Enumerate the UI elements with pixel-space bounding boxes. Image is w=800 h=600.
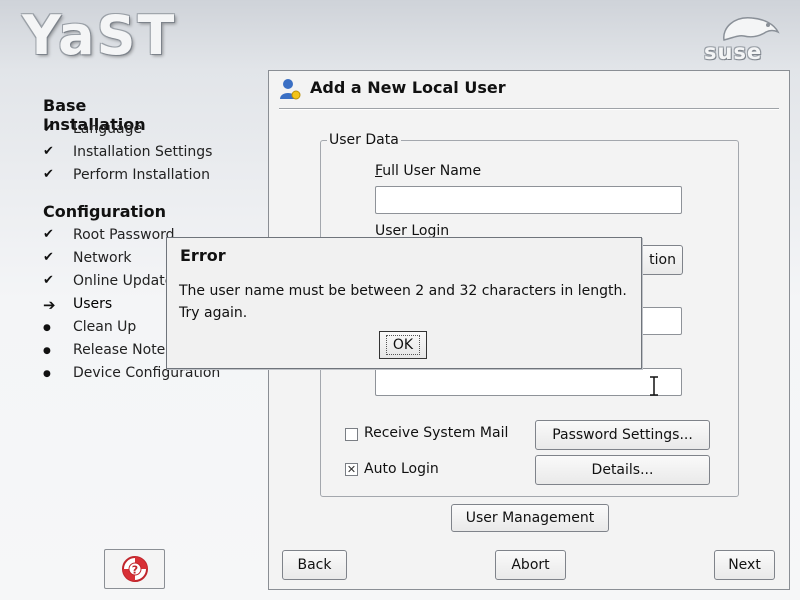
error-message-line-1: The user name must be between 2 and 32 c…: [179, 283, 627, 299]
check-icon: ✔: [43, 250, 54, 265]
chameleon-icon: [723, 17, 780, 41]
check-icon: ✔: [43, 273, 54, 288]
password-settings-button[interactable]: Password Settings...: [535, 420, 710, 450]
suse-logo: suse: [702, 10, 782, 64]
check-icon: ✔: [43, 167, 54, 182]
section-title-configuration: Configuration: [43, 202, 167, 221]
lifebuoy-icon: ?: [121, 556, 148, 582]
title-divider: [279, 108, 779, 110]
step-label: Clean Up: [73, 319, 137, 335]
auto-login-checkbox[interactable]: ✕: [345, 463, 358, 476]
help-button[interactable]: ?: [104, 549, 165, 589]
back-button[interactable]: Back: [282, 550, 347, 580]
bullet-icon: ●: [43, 323, 51, 333]
next-button[interactable]: Next: [714, 550, 775, 580]
text-cursor-icon: [650, 376, 658, 396]
error-message-line-2: Try again.: [179, 305, 248, 321]
user-management-button[interactable]: User Management: [451, 504, 609, 532]
step-label: Root Password: [73, 227, 175, 243]
bullet-icon: ●: [43, 369, 51, 379]
verify-password-input[interactable]: [375, 368, 682, 396]
details-button[interactable]: Details...: [535, 455, 710, 485]
svg-text:?: ?: [131, 564, 137, 577]
check-icon: ✔: [43, 144, 54, 159]
step-label: Release Notes: [73, 342, 173, 358]
step-label: Users: [73, 296, 113, 312]
panel-title: Add a New Local User: [310, 78, 506, 97]
abort-button[interactable]: Abort: [495, 550, 566, 580]
error-dialog-title: Error: [180, 246, 226, 265]
user-data-group-title: User Data: [327, 132, 401, 148]
full-name-label: Full User Name: [375, 163, 481, 179]
full-name-label-text: ull User Name: [382, 163, 482, 179]
user-icon: [280, 79, 301, 100]
step-label: Installation Settings: [73, 144, 213, 160]
step-label: Perform Installation: [73, 167, 210, 183]
check-icon: ✔: [43, 121, 54, 136]
step-label: Network: [73, 250, 132, 266]
ok-button[interactable]: OK: [379, 331, 427, 359]
step-perform-installation: ✔ Perform Installation: [43, 167, 233, 187]
ok-button-label: OK: [385, 335, 421, 355]
receive-system-mail-checkbox[interactable]: [345, 428, 358, 441]
check-icon: ✔: [43, 227, 54, 242]
bullet-icon: ●: [43, 346, 51, 356]
step-language: ✔ Language: [43, 121, 233, 141]
yast-logo: YaST: [22, 4, 177, 67]
error-message: The user name must be between 2 and 32 c…: [179, 280, 627, 324]
step-label: Online Update: [73, 273, 174, 289]
suse-logo-text: suse: [704, 40, 763, 64]
auto-login-label[interactable]: Auto Login: [364, 461, 439, 477]
full-name-input[interactable]: [375, 186, 682, 214]
arrow-right-icon: ➔: [43, 296, 56, 314]
step-installation-settings: ✔ Installation Settings: [43, 144, 233, 164]
receive-system-mail-label[interactable]: Receive System Mail: [364, 425, 508, 441]
step-label: Language: [73, 121, 143, 137]
error-dialog: Error The user name must be between 2 an…: [166, 237, 642, 369]
